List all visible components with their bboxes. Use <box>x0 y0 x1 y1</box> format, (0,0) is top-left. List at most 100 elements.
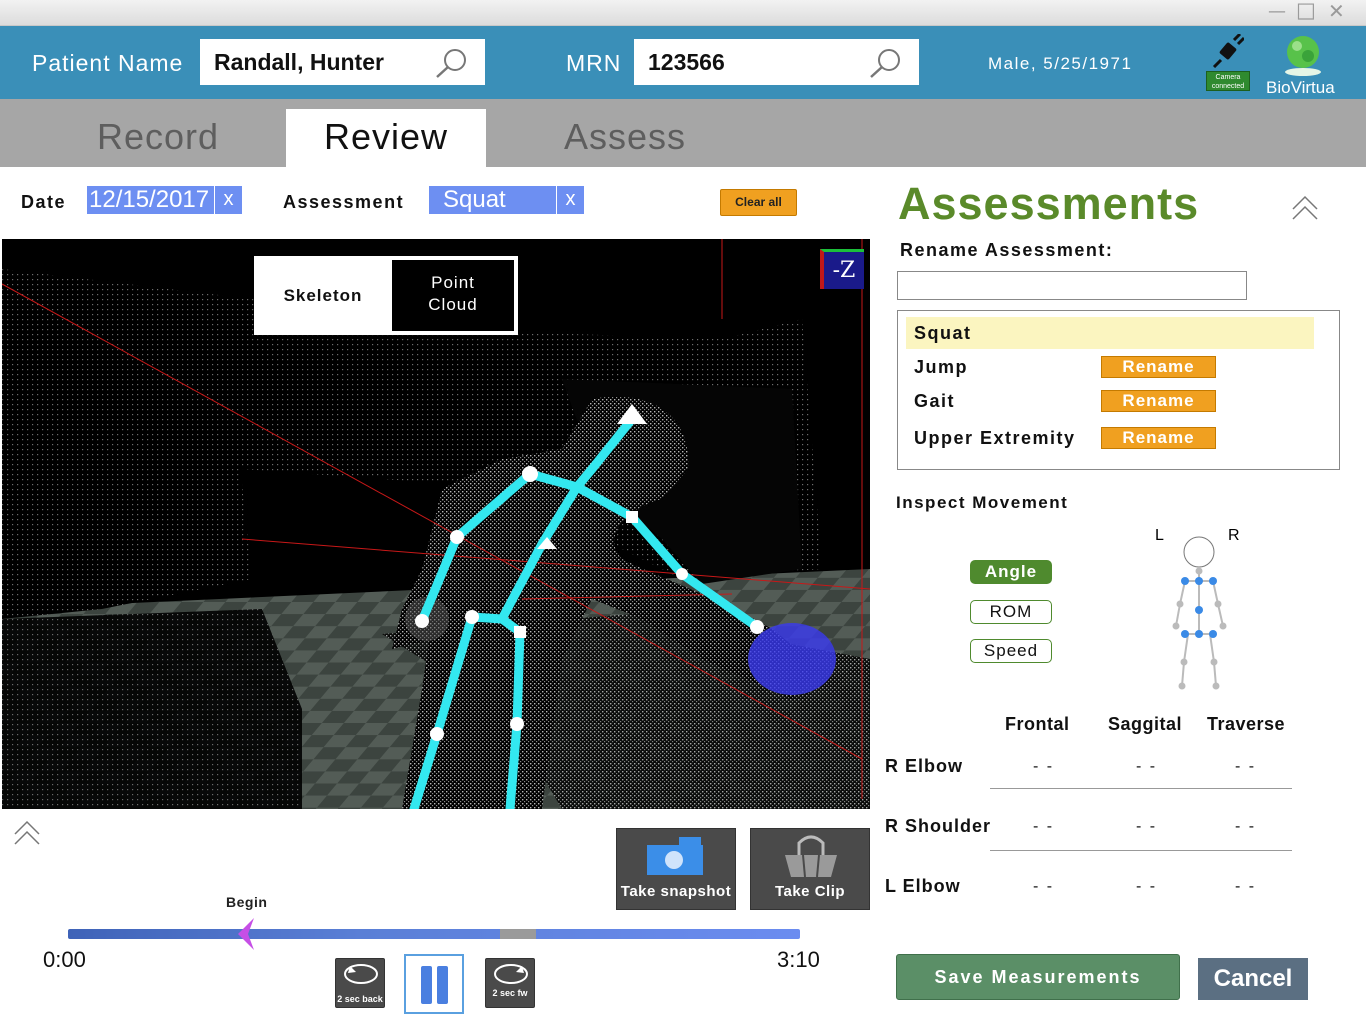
start-time: 0:00 <box>43 947 86 972</box>
tab-assess[interactable]: Assess <box>525 109 725 167</box>
mrn-label: MRN <box>566 50 622 76</box>
mrn-value: 123566 <box>648 49 725 75</box>
rename-assessment-label: Rename Assessment: <box>900 240 1114 260</box>
r-shoulder-saggital: - - <box>1136 818 1158 835</box>
app-window: — □ ✕ Patient Name Randall, Hunter MRN 1… <box>0 0 1366 1024</box>
tab-review[interactable]: Review <box>286 109 486 167</box>
l-elbow-saggital: - - <box>1136 878 1158 895</box>
r-shoulder-frontal: - - <box>1033 818 1055 835</box>
rename-jump-button[interactable]: Rename <box>1101 356 1216 378</box>
point-cloud-viewport[interactable]: Skeleton Point Cloud -Z <box>2 239 870 809</box>
assessment-filter-value: Squat <box>443 186 506 213</box>
minimize-icon[interactable]: — <box>1268 3 1286 21</box>
rename-gait-button[interactable]: Rename <box>1101 390 1216 412</box>
clip-icon <box>785 835 837 878</box>
camera-status-badge: Camera connected <box>1206 71 1250 91</box>
assessments-title: Assessments <box>898 178 1200 229</box>
biovirtua-logo: BioVirtua <box>1262 34 1342 97</box>
save-measurements-button[interactable]: Save Measurements <box>896 954 1180 1000</box>
begin-marker-handle[interactable] <box>236 916 256 952</box>
patient-name-field[interactable]: Randall, Hunter <box>200 39 485 85</box>
forward-label: 2 sec fw <box>492 988 528 998</box>
l-elbow-frontal: - - <box>1033 878 1055 895</box>
list-item-label: Squat <box>914 323 972 343</box>
rename-assessment-input[interactable] <box>897 271 1247 300</box>
clear-all-button[interactable]: Clear all <box>720 189 797 216</box>
playback-timeline[interactable] <box>68 929 800 939</box>
window-titlebar: — □ ✕ <box>0 0 1366 26</box>
row-l-elbow-label: L Elbow <box>885 876 961 896</box>
camera-status: Camera connected <box>1206 34 1250 91</box>
list-item-label: Jump <box>914 357 969 377</box>
row-r-shoulder-label: R Shoulder <box>885 816 992 836</box>
list-item-label: Upper Extremity <box>914 428 1076 448</box>
remove-date-button[interactable]: x <box>214 186 242 214</box>
mode-rom-button[interactable]: ROM <box>970 600 1052 624</box>
rewind-label: 2 sec back <box>337 994 383 1004</box>
take-snapshot-button[interactable]: Take snapshot <box>616 828 736 910</box>
take-clip-button[interactable]: Take Clip <box>750 828 870 910</box>
skeleton-view-option[interactable]: Skeleton <box>256 258 390 333</box>
assessment-item-jump[interactable]: Jump Rename <box>906 351 1314 383</box>
logo-text: BioVirtua <box>1266 78 1335 97</box>
assessment-label: Assessment <box>283 192 405 212</box>
r-elbow-frontal: - - <box>1033 758 1055 775</box>
mrn-field[interactable]: 123566 <box>634 39 919 85</box>
maximize-icon[interactable]: □ <box>1296 0 1316 21</box>
search-icon[interactable] <box>433 46 471 80</box>
date-label: Date <box>21 192 67 212</box>
row-r-elbow-label: R Elbow <box>885 756 963 776</box>
l-elbow-traverse: - - <box>1235 878 1257 895</box>
pause-icon <box>421 966 432 1004</box>
axis-orientation-cube[interactable]: -Z <box>820 249 864 289</box>
view-mode-toggle[interactable]: Skeleton Point Cloud <box>254 256 518 335</box>
inspect-movement-label: Inspect Movement <box>896 493 1069 512</box>
row-divider <box>990 850 1292 851</box>
cancel-button[interactable]: Cancel <box>1198 958 1308 1000</box>
end-time: 3:10 <box>777 947 820 972</box>
column-frontal: Frontal <box>1005 714 1070 734</box>
mode-angle-button[interactable]: Angle <box>970 560 1052 584</box>
patient-name-label: Patient Name <box>32 50 184 76</box>
chevron-up-icon[interactable] <box>1290 193 1320 223</box>
body-joint-map[interactable] <box>1150 524 1250 696</box>
list-item-label: Gait <box>914 391 956 411</box>
search-icon[interactable] <box>867 46 905 80</box>
patient-header: Patient Name Randall, Hunter MRN 123566 … <box>0 26 1366 99</box>
camera-icon <box>647 837 703 875</box>
assessment-filter-chip[interactable]: Squat x <box>429 186 584 214</box>
rewind-icon <box>344 964 378 984</box>
rename-upper-extremity-button[interactable]: Rename <box>1101 427 1216 449</box>
assessment-item-squat[interactable]: Squat <box>906 317 1314 349</box>
rewind-2-sec-button[interactable]: 2 sec back <box>335 958 385 1008</box>
take-clip-label: Take Clip <box>774 883 846 900</box>
assessment-item-upper-extremity[interactable]: Upper Extremity Rename <box>906 422 1314 454</box>
assessment-list: Squat Jump Rename Gait Rename Upper Extr… <box>897 310 1340 470</box>
date-filter-value: 12/15/2017 <box>89 186 210 213</box>
forward-icon <box>494 964 528 984</box>
date-filter-chip[interactable]: 12/15/2017 x <box>87 186 242 214</box>
playhead-position[interactable] <box>500 929 536 939</box>
chevron-up-icon[interactable] <box>12 818 42 848</box>
tab-bar: Record Review Assess <box>0 99 1366 167</box>
plug-icon <box>1212 34 1244 68</box>
r-elbow-traverse: - - <box>1235 758 1257 775</box>
r-elbow-saggital: - - <box>1136 758 1158 775</box>
point-cloud-view-option[interactable]: Point Cloud <box>392 260 514 331</box>
remove-assessment-button[interactable]: x <box>556 186 584 214</box>
column-saggital: Saggital <box>1108 714 1183 734</box>
patient-name-value: Randall, Hunter <box>214 49 384 75</box>
pause-button[interactable] <box>404 954 464 1014</box>
patient-info: Male, 5/25/1971 <box>988 54 1133 73</box>
globe-logo-icon <box>1285 36 1321 76</box>
mode-speed-button[interactable]: Speed <box>970 639 1052 663</box>
pause-icon-bar <box>437 966 448 1004</box>
tab-record[interactable]: Record <box>58 109 258 167</box>
take-snapshot-label: Take snapshot <box>620 883 732 900</box>
close-icon[interactable]: ✕ <box>1328 1 1345 21</box>
assessment-item-gait[interactable]: Gait Rename <box>906 385 1314 417</box>
forward-2-sec-button[interactable]: 2 sec fw <box>485 958 535 1008</box>
r-shoulder-traverse: - - <box>1235 818 1257 835</box>
begin-marker-label: Begin <box>226 894 268 910</box>
row-divider <box>990 788 1292 789</box>
